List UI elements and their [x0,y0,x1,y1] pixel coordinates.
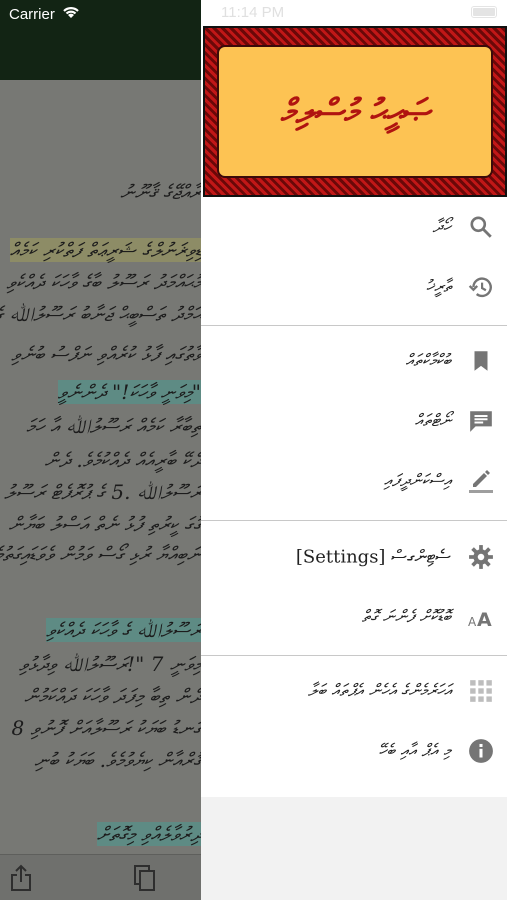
reader-text-area: ރާއްޖޭގެ ޤާނޫނު ޑިވިޜަނުލްގެ ޝަރީޢަތް ފަ… [0,80,201,854]
gear-icon [469,545,493,569]
menu-item-bookmarks[interactable]: ބުކްމާކްތައް [201,331,507,391]
battery-icon [471,6,497,18]
menu-item-label: މި އެޕް އާއި ބެހޭ [378,741,451,761]
text-line: މިވަނީ 7 "!ރަސޫލުﷲ ވިދާޅުވި [18,652,201,676]
drawer-menu: ހޯދާ ތާރީޚު ބުކްމާކްތައް ނޯޓްތައް އިސްކަ… [201,197,507,797]
comment-icon [470,411,492,432]
app-title: ޞަޙީޙު މުސްލިމް [280,91,430,132]
text-line: ރާއްޖޭގެ ޤާނޫނު [120,180,201,204]
text-line: މުޙައްމަދު ރަސޫލު ބާގެ ވާހަކަ ދެއްކެވި [6,270,201,294]
text-line: ނަބިއްޔާ ރުޅި ގޯސް ވަމުން ވެވަޑައިގަތުމެ… [0,542,201,566]
text-line: ދެން ތިބާ މިފަދަ ވާހަކަ ދައްކަމުން [24,684,201,708]
menu-item-history[interactable]: ތާރީޚު [201,257,507,317]
info-icon [469,739,493,763]
menu-item-about[interactable]: މި އެޕް އާއި ބެހޭ [201,721,507,781]
menu-item-label: ތާރީޚު [425,277,451,297]
status-time: 11:14 PM [221,4,285,21]
text-line: ދެކޭ ބާރީއެއް ދެއްކުމެވެ. ދެން [44,448,201,472]
svg-text:A: A [477,609,492,630]
text-line-highlighted: "މިވަނީ ވާހަކަ!" ދެންނެވީ [57,380,201,404]
menu-item-label: އިސްކަންދީފައި [383,471,451,491]
text-line-highlighted: ދިރުވާލެއްވި މިގޮތަށް [96,822,201,846]
share-icon[interactable] [8,863,34,893]
text-line: ގަނޑު ބަޔަކު ރަސޫލާއަށް ފޮނުވި 8 [11,716,201,740]
wifi-icon [63,7,79,18]
menu-item-label: ނޯޓްތައް [414,411,451,431]
text-line: ވާތުގައި ފާޅު ކުރެއްވި ނަފްސު ބުނެވި [11,342,201,366]
menu-divider [201,520,507,521]
menu-divider [201,325,507,326]
menu-item-label: [Settings] ސެޓިންގސް [295,546,451,568]
menu-item-search[interactable]: ހޯދާ [201,197,507,257]
menu-item-text-size[interactable]: ބޮޑުކޮށް ފެންނަ ގޮތް A A [201,587,507,647]
text-line: ރަސޫލުﷲ .5 ގެ ޕުރޮފެޓް ރަސޫލު [4,480,201,504]
history-icon [468,277,492,298]
carrier-label: Carrier [9,6,55,23]
menu-item-other-apps[interactable]: އަހަރެމެންގެ އެހެން އެޕްތައް ބަލާ [201,661,507,721]
text-size-icon: A A [468,609,492,630]
pencil-icon [469,470,493,493]
reader-bottom-toolbar [0,854,201,900]
text-line-highlighted: ޑިވިޜަނުލްގެ ޝަރީޢަތް ފަތްކުރި ކަމެއް [9,238,201,262]
menu-divider [201,655,507,656]
text-line: ތިބާރާ ކަމެއް ރަސޫލުﷲ އާ ހަމަ [26,414,201,438]
text-line: ޤުރްއާން ކިޔެވުމެވެ. ބަޔަކު ބުނި [34,748,201,772]
menu-item-settings[interactable]: [Settings] ސެޓިންގސް [201,527,507,587]
text-line: ޙަމްދު ތަސްބީޙް ޖަނާބު ރަސޫލުﷲ ގެ [0,302,201,326]
svg-text:A: A [468,615,477,629]
drawer-footer [201,797,507,900]
menu-item-label: ބުކްމާކްތައް [405,351,451,371]
search-icon [470,216,492,238]
app-banner: ޞަޙީޙު މުސްލިމް [203,26,507,197]
bookmark-icon [474,351,488,371]
text-line-highlighted: ރަސޫލުﷲ ގެ ވާހަކަ ދެއްކެވި [46,618,201,642]
text-line: ގުގަ ކީރުތި ފުޅު ނެތް އަސްލު ބަޔާން [8,512,201,536]
copy-icon[interactable] [132,863,158,893]
banner-plaque: ޞަޙީޙު މުސްލިމް [217,45,493,178]
apps-grid-icon [470,680,492,702]
menu-item-label: އަހަރެމެންގެ އެހެން އެޕްތައް ބަލާ [307,681,451,701]
menu-item-label: ހޯދާ [432,217,451,237]
menu-item-label: ބޮޑުކޮށް ފެންނަ ގޮތް [361,607,451,627]
navigation-drawer: 11:14 PM ޞަޙީޙު މުސްލިމް ހޯދާ ތާރީޚު ބުކ… [201,0,507,900]
drawer-status-bar: 11:14 PM [201,0,507,26]
menu-item-highlights[interactable]: އިސްކަންދީފައި [201,451,507,511]
menu-item-notes[interactable]: ނޯޓްތައް [201,391,507,451]
